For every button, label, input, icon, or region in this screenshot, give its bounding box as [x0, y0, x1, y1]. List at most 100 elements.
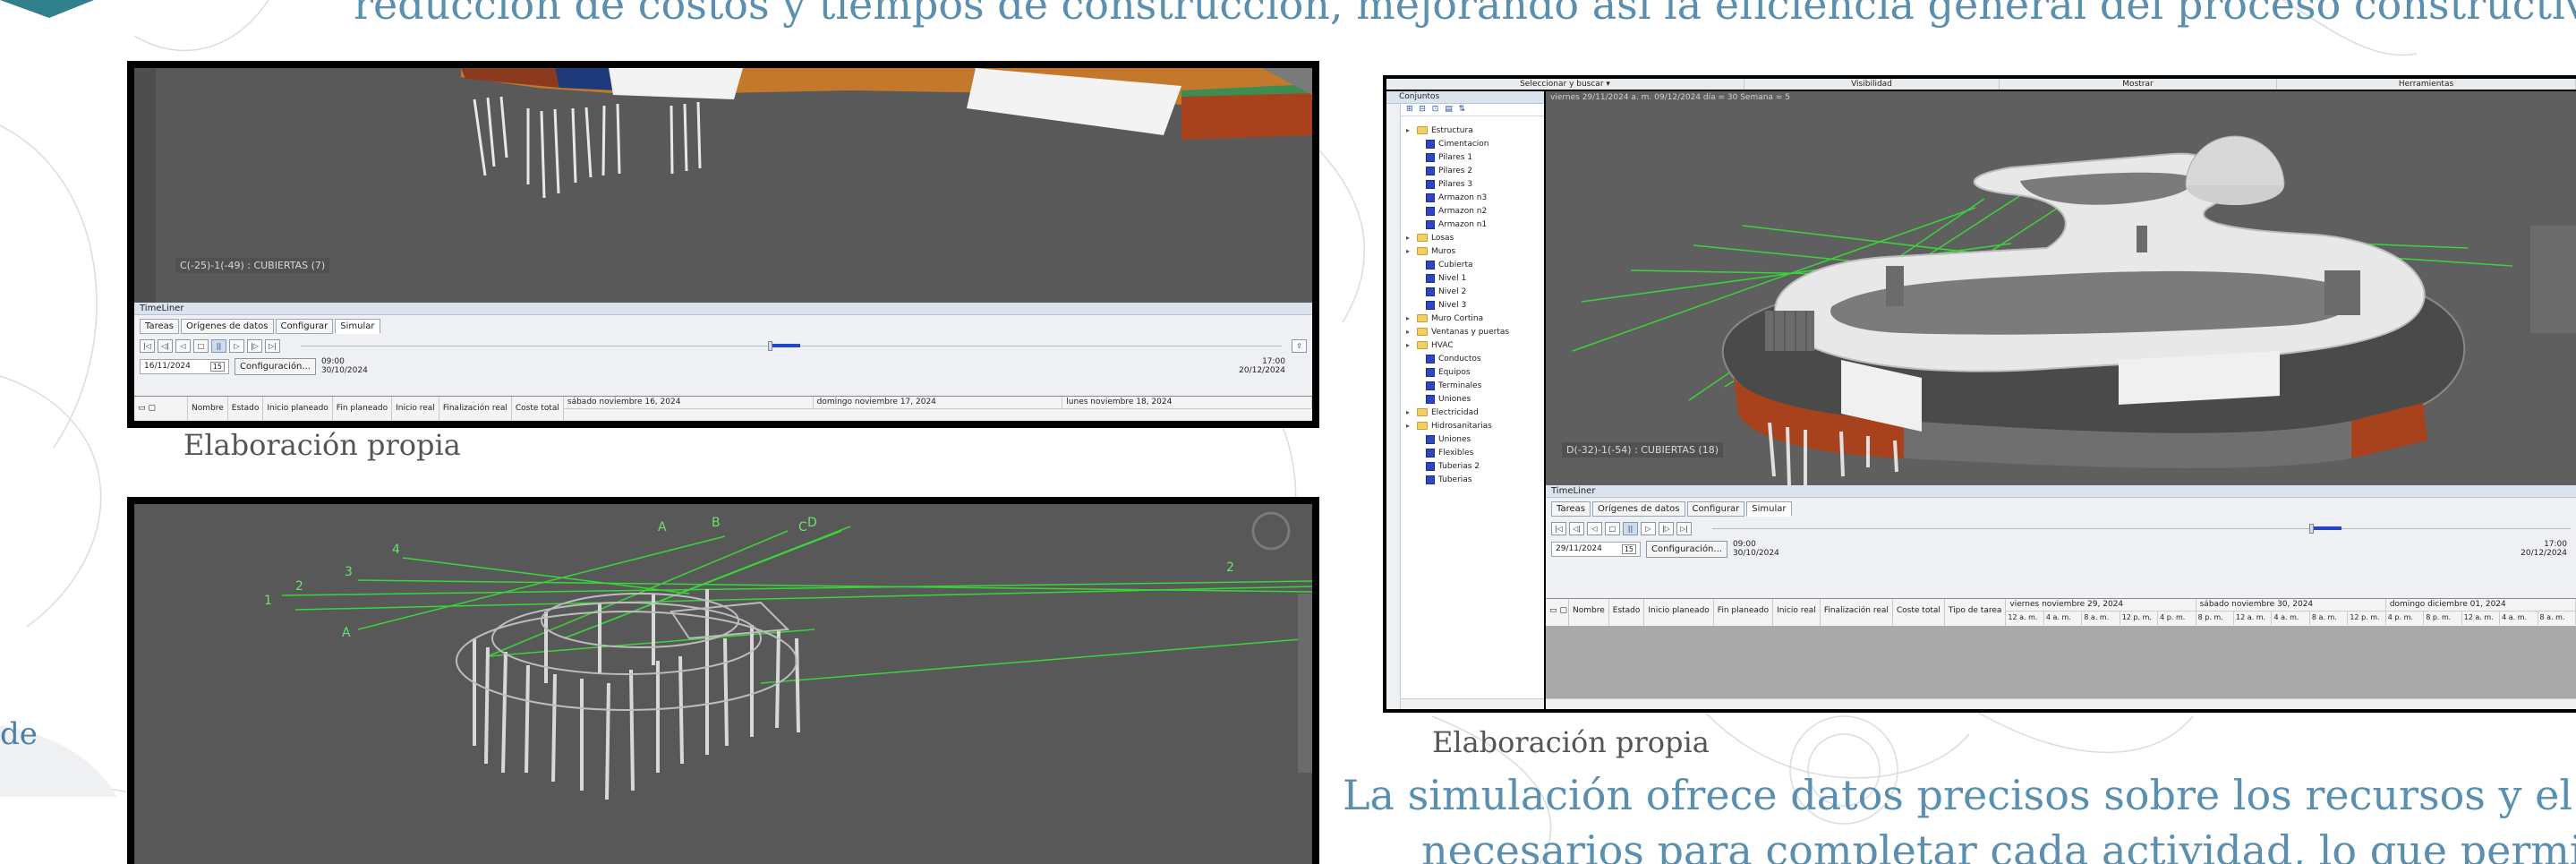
folder-icon — [1417, 247, 1428, 255]
tree-folder[interactable]: ▸ Electricidad — [1406, 406, 1542, 419]
configuration-button[interactable]: Configuración... — [235, 357, 316, 375]
step-back-button[interactable]: ◁| — [1569, 522, 1584, 535]
stop-button[interactable]: □ — [193, 339, 209, 353]
tab-origenes-de-datos[interactable]: Orígenes de datos — [1591, 501, 1685, 517]
column-fin-planeado[interactable]: Fin planeado — [333, 397, 393, 421]
stop-button[interactable]: □ — [1605, 522, 1620, 535]
step-forward-button[interactable]: |▷ — [247, 339, 262, 353]
tab-simular[interactable]: Simular — [1746, 501, 1792, 517]
expand-icon[interactable]: ▸ — [1406, 126, 1413, 134]
tree-set[interactable]: Pilares 3 — [1406, 177, 1542, 191]
tree-set[interactable]: Conductos — [1406, 352, 1542, 365]
tab-configurar[interactable]: Configurar — [275, 319, 334, 334]
calendar-icon[interactable]: 15 — [209, 361, 225, 372]
column-coste-total[interactable]: Coste total — [1893, 599, 1945, 626]
rewind-button[interactable]: |◁ — [1551, 522, 1566, 535]
tree-set[interactable]: Tuberias 2 — [1406, 459, 1542, 473]
tree-set[interactable]: Terminales — [1406, 379, 1542, 392]
tree-set[interactable]: Tuberias — [1406, 473, 1542, 486]
tree-folder[interactable]: ▸ Losas — [1406, 231, 1542, 244]
expand-icon[interactable]: ▸ — [1406, 247, 1413, 255]
pause-button[interactable]: || — [1623, 522, 1638, 535]
column-inicio-real[interactable]: Inicio real — [392, 397, 439, 421]
task-grid[interactable]: ▭ ▢ Nombre Estado Inicio planeado Fin pl… — [134, 396, 1312, 421]
tree-set[interactable]: Pilares 2 — [1406, 164, 1542, 177]
horizontal-scrollbar[interactable] — [1401, 698, 1544, 709]
expand-icon[interactable]: ▸ — [1406, 328, 1413, 336]
model-viewport[interactable]: 1 2 3 4 A A B C D 2 — [134, 504, 1312, 864]
tree-set[interactable]: Nivel 3 — [1406, 298, 1542, 312]
column-estado[interactable]: Estado — [228, 397, 264, 421]
horizontal-scrollbar[interactable] — [1546, 698, 2576, 709]
selection-set-icon — [1426, 260, 1435, 269]
date-picker[interactable]: 29/11/2024 15 — [1551, 541, 1641, 557]
slider-thumb[interactable] — [2309, 524, 2315, 534]
tree-folder[interactable]: ▸ Muros — [1406, 244, 1542, 258]
forward-end-button[interactable]: ▷| — [1676, 522, 1692, 535]
column-coste-total[interactable]: Coste total — [512, 397, 564, 421]
expand-icon[interactable]: ▸ — [1406, 341, 1413, 349]
forward-end-button[interactable]: ▷| — [265, 339, 280, 353]
menu-mostrar[interactable]: Mostrar — [2000, 79, 2277, 90]
tree-set[interactable]: Armazon n2 — [1406, 204, 1542, 218]
tree-set[interactable]: Nivel 2 — [1406, 285, 1542, 298]
tree-set[interactable]: Cubierta — [1406, 258, 1542, 271]
selection-set-icon — [1426, 139, 1435, 149]
play-reverse-button[interactable]: ◁ — [1587, 522, 1602, 535]
tree-set[interactable]: Equipos — [1406, 365, 1542, 379]
tree-set[interactable]: Uniones — [1406, 432, 1542, 446]
menu-seleccionar-y-buscar[interactable]: Seleccionar y buscar ▾ — [1386, 79, 1744, 90]
date-picker[interactable]: 16/11/2024 15 — [140, 358, 229, 374]
slider-thumb[interactable] — [768, 341, 773, 351]
play-button[interactable]: ▷ — [1641, 522, 1656, 535]
tab-tareas[interactable]: Tareas — [1551, 501, 1591, 517]
expand-icon[interactable]: ▸ — [1406, 234, 1413, 242]
tree-set[interactable]: Pilares 1 — [1406, 150, 1542, 164]
tree-folder[interactable]: ▸ HVAC — [1406, 338, 1542, 352]
model-viewport[interactable]: C(-25)-1(-49) : CUBIERTAS (7) — [134, 68, 1312, 303]
menu-herramientas[interactable]: Herramientas — [2277, 79, 2576, 90]
column-finalizacion-real[interactable]: Finalización real — [439, 397, 512, 421]
tree-set[interactable]: Uniones — [1406, 392, 1542, 406]
tab-configurar[interactable]: Configurar — [1686, 501, 1745, 517]
time-slider[interactable] — [301, 339, 1282, 353]
calendar-icon[interactable]: 15 — [1621, 543, 1636, 554]
export-icon[interactable]: ⇪ — [1292, 339, 1307, 353]
column-inicio-planeado[interactable]: Inicio planeado — [1644, 599, 1714, 626]
tree-folder[interactable]: ▸ Muro Cortina — [1406, 312, 1542, 325]
tree-folder[interactable]: ▸ Hidrosanitarias — [1406, 419, 1542, 432]
tree-set[interactable]: Cimentacion — [1406, 137, 1542, 150]
column-nombre[interactable]: Nombre — [188, 397, 228, 421]
tab-origenes-de-datos[interactable]: Orígenes de datos — [180, 319, 274, 334]
step-forward-button[interactable]: |▷ — [1659, 522, 1674, 535]
column-estado[interactable]: Estado — [1609, 599, 1645, 626]
sets-toolbar[interactable]: ⊞ ⊟ ⊡ ▤ ⇅ — [1386, 104, 1544, 116]
menu-visibilidad[interactable]: Visibilidad — [1744, 79, 2000, 90]
tree-set[interactable]: Flexibles — [1406, 446, 1542, 459]
tree-set[interactable]: Nivel 1 — [1406, 271, 1542, 285]
time-slider[interactable] — [1712, 522, 2571, 535]
column-fin-planeado[interactable]: Fin planeado — [1714, 599, 1774, 626]
column-inicio-planeado[interactable]: Inicio planeado — [263, 397, 333, 421]
step-back-button[interactable]: ◁| — [158, 339, 173, 353]
column-tipo-de-tarea[interactable]: Tipo de tarea — [1945, 599, 2007, 626]
play-button[interactable]: ▷ — [229, 339, 244, 353]
tab-simular[interactable]: Simular — [335, 319, 380, 334]
expand-icon[interactable]: ▸ — [1406, 314, 1413, 322]
task-grid[interactable]: ▭ ▢ Nombre Estado Inicio planeado Fin pl… — [1546, 598, 2576, 709]
tree-set[interactable]: Armazon n1 — [1406, 218, 1542, 231]
model-viewport[interactable]: viernes 29/11/2024 a. m. 09/12/2024 día … — [1546, 91, 2576, 485]
column-inicio-real[interactable]: Inicio real — [1773, 599, 1821, 626]
tab-tareas[interactable]: Tareas — [140, 319, 179, 334]
expand-icon[interactable]: ▸ — [1406, 408, 1413, 416]
expand-icon[interactable]: ▸ — [1406, 422, 1413, 430]
rewind-button[interactable]: |◁ — [140, 339, 155, 353]
pause-button[interactable]: || — [211, 339, 226, 353]
tree-folder[interactable]: ▸ Ventanas y puertas — [1406, 325, 1542, 338]
play-reverse-button[interactable]: ◁ — [175, 339, 191, 353]
column-nombre[interactable]: Nombre — [1569, 599, 1609, 626]
configuration-button[interactable]: Configuración... — [1646, 540, 1727, 558]
tree-folder[interactable]: ▸ Estructura — [1406, 124, 1542, 137]
tree-set[interactable]: Armazon n3 — [1406, 191, 1542, 204]
column-finalizacion-real[interactable]: Finalización real — [1821, 599, 1893, 626]
